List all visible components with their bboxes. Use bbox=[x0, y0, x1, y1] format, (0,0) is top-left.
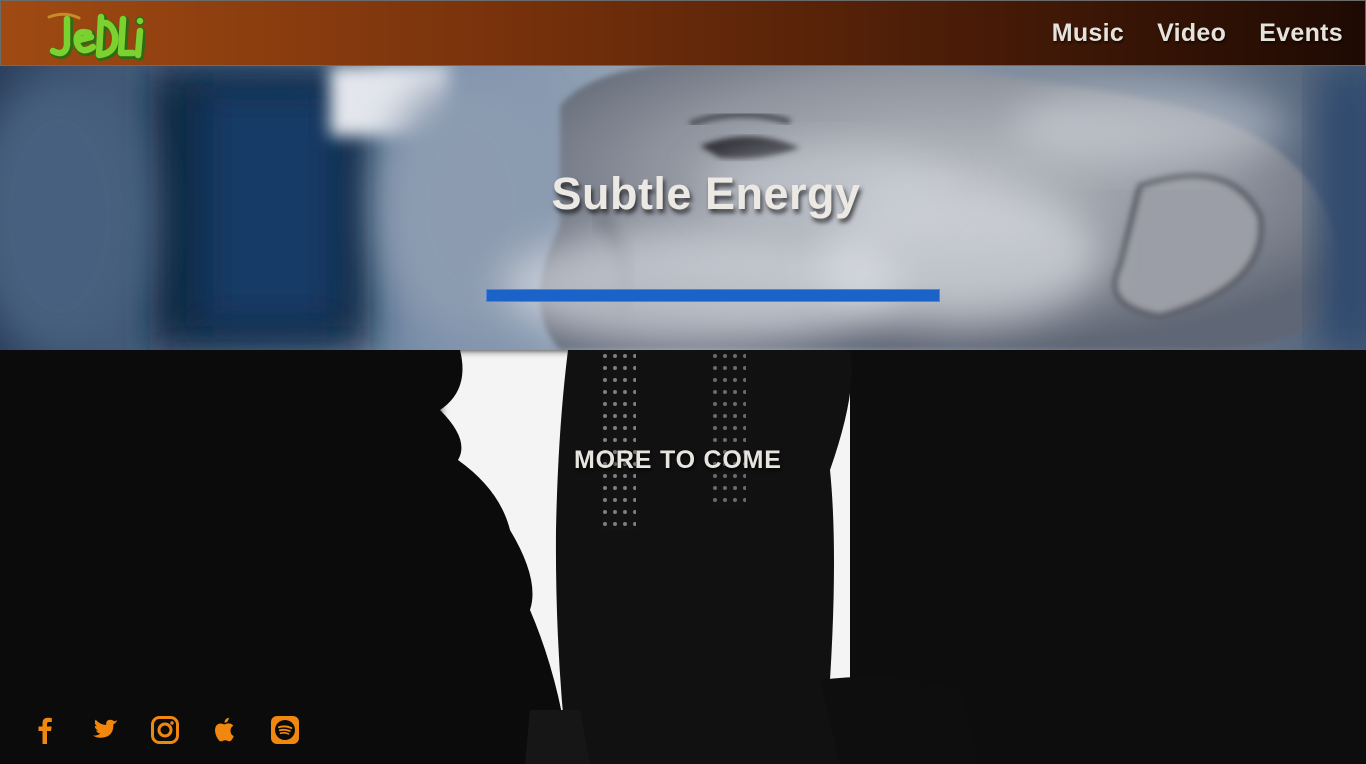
instagram-icon bbox=[151, 716, 179, 744]
main-nav: Music Video Events bbox=[1052, 19, 1343, 48]
apple-music-icon bbox=[215, 717, 234, 742]
site-logo[interactable] bbox=[45, 9, 146, 63]
hero-title-underline bbox=[486, 289, 940, 302]
logo-graphic bbox=[47, 12, 146, 61]
nav-music-link[interactable]: Music bbox=[1052, 19, 1124, 48]
hero-banner: Subtle Energy bbox=[0, 66, 1366, 350]
twitter-link[interactable] bbox=[90, 714, 120, 746]
instagram-link[interactable] bbox=[150, 714, 180, 746]
spotify-link[interactable] bbox=[270, 714, 300, 746]
coming-soon-section: MORE TO COME bbox=[0, 350, 1366, 764]
site-header: Music Video Events bbox=[0, 0, 1366, 66]
hero-title: Subtle Energy bbox=[551, 168, 861, 219]
nav-video-link[interactable]: Video bbox=[1157, 19, 1226, 48]
apple-music-link[interactable] bbox=[210, 714, 240, 746]
more-to-come-text: MORE TO COME bbox=[574, 446, 782, 474]
facebook-link[interactable] bbox=[30, 714, 60, 746]
spotify-icon bbox=[271, 716, 299, 744]
social-links bbox=[30, 714, 300, 746]
microphone-silhouette-image bbox=[0, 350, 1366, 764]
facebook-icon bbox=[38, 717, 52, 744]
nav-events-link[interactable]: Events bbox=[1259, 19, 1343, 48]
twitter-icon bbox=[93, 719, 118, 738]
